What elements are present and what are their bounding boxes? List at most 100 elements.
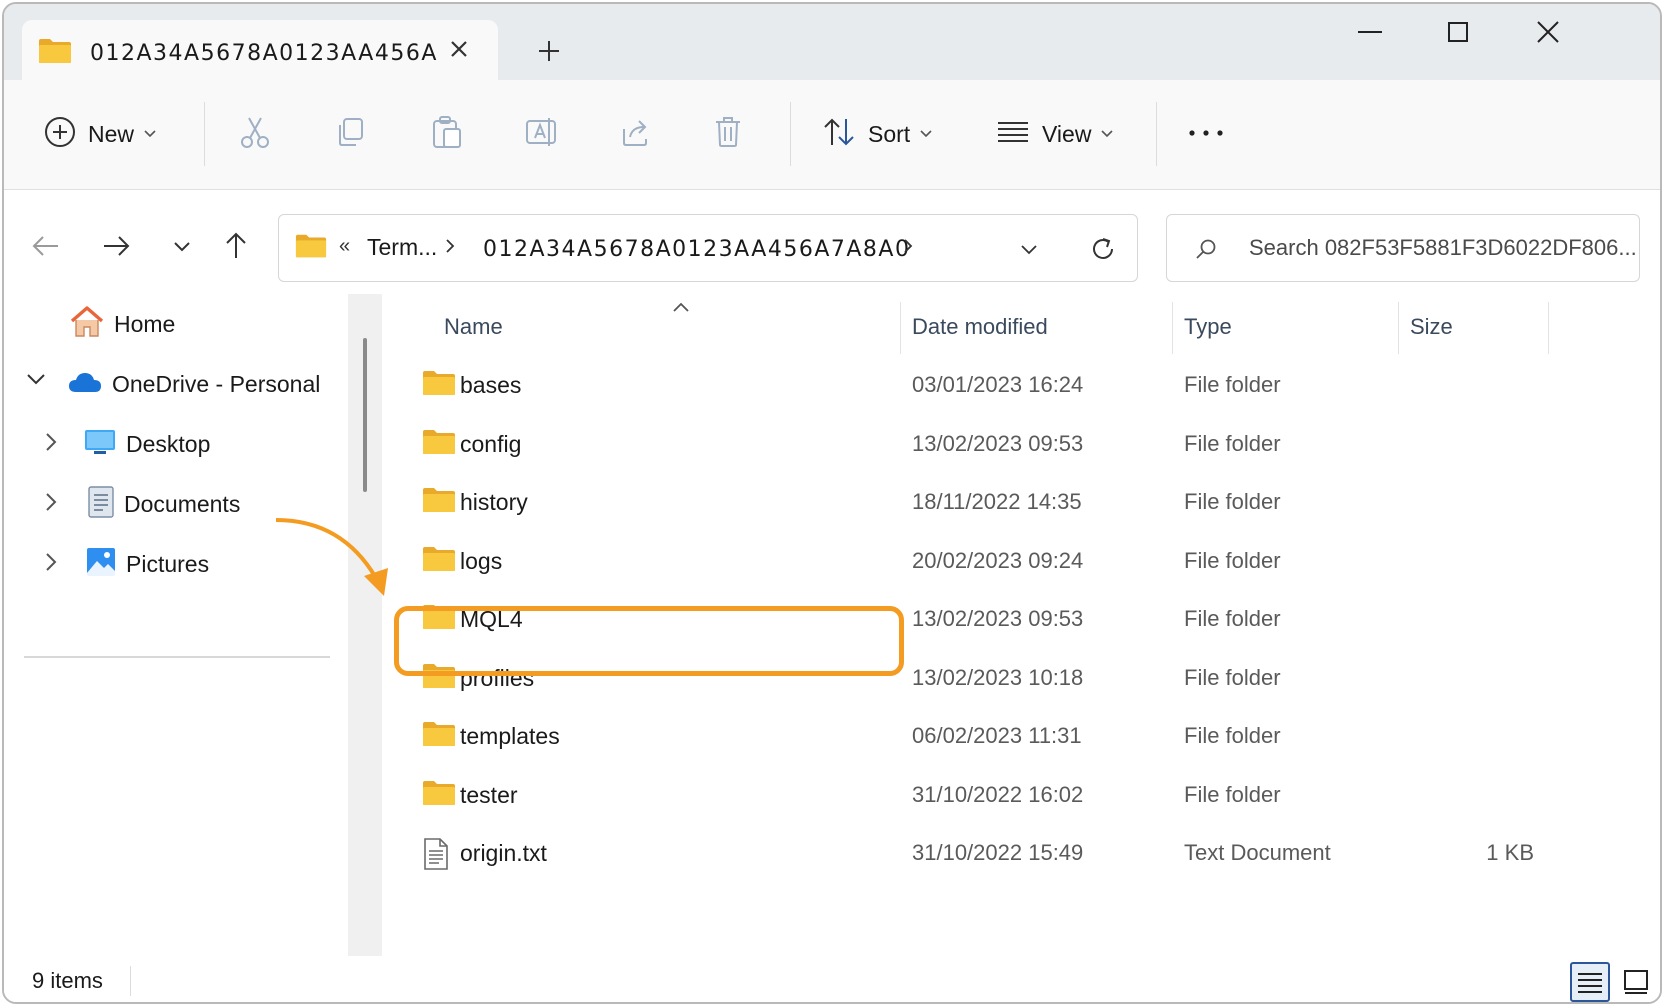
file-row[interactable]: bases 03/01/2023 16:24 File folder — [382, 358, 1622, 412]
file-row[interactable]: history 18/11/2022 14:35 File folder — [382, 475, 1622, 529]
more-options-button[interactable] — [1188, 112, 1224, 156]
details-view-icon — [1578, 973, 1602, 993]
annotation-arrow — [275, 518, 388, 596]
close-window-icon[interactable] — [1518, 18, 1578, 54]
folder-icon — [422, 663, 456, 694]
nav-label-pictures: Pictures — [126, 550, 210, 577]
file-row[interactable]: profiles 13/02/2023 10:18 File folder — [382, 651, 1622, 705]
file-date-modified: 18/11/2022 14:35 — [912, 489, 1082, 514]
file-explorer-window: 012A34A5678A0123AA456A New Sort View « T… — [2, 2, 1662, 1004]
file-type: File folder — [1184, 372, 1281, 397]
search-icon — [1195, 237, 1219, 266]
file-name: origin.txt — [460, 840, 547, 866]
maximize-icon[interactable] — [1428, 18, 1488, 54]
view-button[interactable]: View — [996, 112, 1114, 156]
breadcrumb-terminal[interactable]: Term... — [367, 234, 437, 261]
file-name: templates — [460, 723, 560, 749]
scissors-icon — [238, 115, 272, 154]
file-type: File folder — [1184, 430, 1281, 456]
nav-scrollbar[interactable] — [348, 294, 382, 956]
column-header-size[interactable]: Size — [1410, 314, 1453, 340]
file-date-modified: 13/02/2023 09:53 — [912, 606, 1084, 631]
folder-icon — [422, 546, 456, 577]
forward-arrow-icon[interactable] — [98, 228, 134, 264]
tab-title: 012A34A5678A0123AA456A — [90, 41, 438, 66]
plus-circle-icon — [44, 116, 76, 153]
minimize-icon[interactable] — [1340, 18, 1400, 54]
sort-label: Sort — [868, 120, 911, 147]
sort-ascending-caret-icon — [672, 300, 690, 318]
share-button[interactable] — [618, 112, 652, 156]
details-view-toggle[interactable] — [1570, 962, 1610, 1002]
nav-divider — [24, 656, 330, 658]
search-input[interactable]: Search 082F53F5881F3D6022DF806... — [1249, 235, 1637, 261]
status-divider — [130, 966, 131, 996]
column-divider[interactable] — [900, 302, 901, 354]
file-name: tester — [460, 781, 518, 808]
file-row[interactable]: tester 31/10/2022 16:02 File folder — [382, 768, 1622, 822]
folder-icon — [38, 38, 72, 69]
nav-scrollbar-thumb[interactable] — [363, 338, 367, 492]
cut-button[interactable] — [238, 112, 272, 156]
new-label: New — [88, 120, 135, 147]
paste-button[interactable] — [430, 112, 464, 156]
file-row[interactable]: logs 20/02/2023 09:24 File folder — [382, 534, 1622, 588]
nav-item-desktop[interactable]: Desktop — [84, 422, 210, 466]
file-row[interactable]: origin.txt 31/10/2022 15:49 Text Document 1… — [382, 826, 1622, 880]
file-name: profiles — [460, 664, 535, 691]
nav-item-documents[interactable]: Documents — [88, 482, 240, 526]
command-bar: New Sort View — [4, 80, 1660, 190]
column-divider[interactable] — [1548, 302, 1549, 354]
nav-item-onedrive[interactable]: OneDrive - Personal — [68, 362, 320, 406]
tab-active[interactable]: 012A34A5678A0123AA456A — [22, 20, 498, 82]
up-arrow-icon[interactable] — [218, 228, 254, 264]
chevron-down-icon[interactable] — [26, 372, 46, 391]
column-divider[interactable] — [1398, 302, 1399, 354]
new-button[interactable]: New — [44, 112, 156, 156]
file-type: Text Document — [1184, 840, 1331, 865]
file-type: File folder — [1184, 489, 1281, 514]
close-tab-icon[interactable] — [446, 36, 474, 64]
file-row[interactable]: MQL4 13/02/2023 09:53 File folder — [382, 592, 1622, 646]
breadcrumb-current-folder[interactable]: 012A34A5678A0123AA456A7A8A0 — [483, 237, 910, 262]
file-row[interactable]: templates 06/02/2023 11:31 File folder — [382, 709, 1622, 763]
refresh-icon[interactable] — [1089, 235, 1117, 268]
delete-button[interactable] — [712, 112, 744, 156]
file-date-modified: 06/02/2023 11:31 — [912, 723, 1082, 748]
rename-button[interactable] — [524, 112, 560, 156]
cloud-icon — [68, 370, 102, 399]
address-history-chevron-icon[interactable] — [1019, 239, 1039, 264]
file-date-modified: 13/02/2023 10:18 — [912, 664, 1084, 690]
search-box[interactable]: Search 082F53F5881F3D6022DF806... — [1166, 214, 1640, 282]
file-row[interactable]: config 13/02/2023 09:53 File folder — [382, 417, 1622, 471]
chevron-right-icon[interactable] — [44, 552, 58, 577]
nav-label-onedrive: OneDrive - Personal — [112, 370, 321, 397]
file-type: File folder — [1184, 723, 1281, 748]
toolbar-divider — [1156, 102, 1157, 166]
chevron-right-icon[interactable] — [445, 238, 455, 259]
tiles-view-toggle[interactable] — [1616, 962, 1656, 1002]
sort-button[interactable]: Sort — [822, 112, 932, 156]
column-divider[interactable] — [1172, 302, 1173, 354]
chevron-right-icon[interactable] — [44, 492, 58, 517]
copy-button[interactable] — [334, 112, 368, 156]
folder-icon — [422, 370, 456, 401]
recent-locations-chevron-icon[interactable] — [164, 228, 200, 264]
tiles-view-icon — [1624, 970, 1648, 994]
nav-item-home[interactable]: Home — [70, 302, 175, 346]
column-header-date[interactable]: Date modified — [912, 314, 1048, 340]
share-icon — [618, 115, 652, 154]
address-bar[interactable]: « Term... 012A34A5678A0123AA456A7A8A0 — [278, 214, 1138, 282]
nav-item-pictures[interactable]: Pictures — [86, 542, 209, 586]
chevron-right-icon[interactable] — [44, 432, 58, 457]
file-size: 1 KB — [1486, 840, 1534, 865]
column-header-name[interactable]: Name — [444, 314, 503, 340]
back-arrow-icon[interactable] — [28, 228, 64, 264]
column-header-type[interactable]: Type — [1184, 314, 1232, 340]
breadcrumb-overflow[interactable]: « — [339, 235, 350, 258]
new-tab-icon[interactable] — [534, 36, 564, 66]
folder-icon — [422, 604, 456, 635]
chevron-right-icon[interactable] — [903, 238, 913, 259]
file-date-modified: 03/01/2023 16:24 — [912, 372, 1084, 397]
rename-icon — [524, 115, 560, 154]
